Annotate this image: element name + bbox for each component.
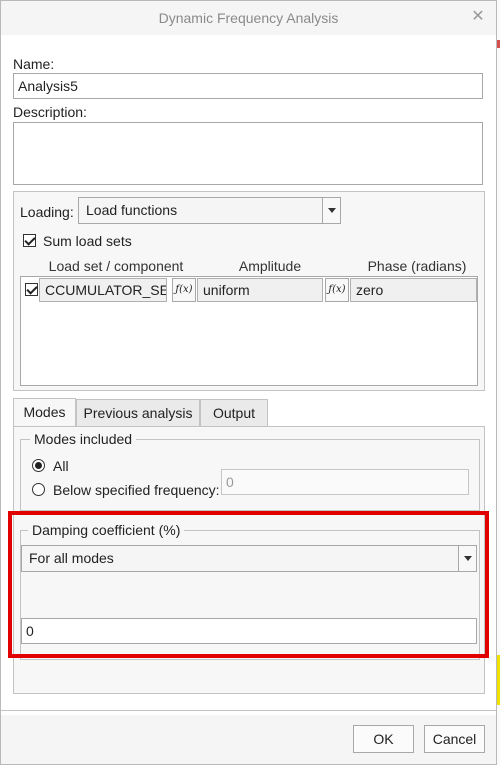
name-label: Name:: [13, 56, 55, 72]
ok-button[interactable]: OK: [353, 725, 414, 753]
row-enable-checkbox[interactable]: [25, 283, 38, 296]
title-bar: Dynamic Frequency Analysis ✕: [1, 1, 496, 35]
description-field[interactable]: [13, 122, 483, 185]
load-set-cell[interactable]: CCUMULATOR_SET: [39, 278, 167, 302]
column-header-phase: Phase (radians): [367, 258, 467, 274]
dialog-window: Dynamic Frequency Analysis ✕ Name: Descr…: [0, 0, 497, 765]
radio-all-label: All: [53, 458, 69, 474]
loading-select[interactable]: Load functions: [78, 197, 341, 224]
function-icon[interactable]: ƒ(x): [325, 278, 349, 302]
dialog-content: Name: Description: Loading: Load functio…: [1, 35, 496, 715]
tab-previous-analysis[interactable]: Previous analysis: [76, 399, 200, 427]
sum-load-sets-checkbox[interactable]: [23, 234, 36, 247]
footer-separator: [1, 710, 496, 711]
amplitude-cell[interactable]: uniform: [197, 278, 323, 302]
function-icon[interactable]: ƒ(x): [172, 278, 196, 302]
close-icon[interactable]: ✕: [468, 7, 488, 27]
highlight-annotation: [8, 511, 489, 658]
cancel-button[interactable]: Cancel: [424, 725, 485, 753]
description-label: Description:: [13, 104, 87, 120]
column-header-load-set: Load set / component: [48, 258, 184, 274]
radio-below-frequency[interactable]: [32, 483, 45, 496]
loading-group: Loading: Load functions Sum load sets Lo…: [13, 191, 485, 391]
name-field[interactable]: [13, 73, 483, 99]
tab-output[interactable]: Output: [200, 399, 268, 427]
loading-label: Loading:: [20, 204, 74, 220]
radio-below-frequency-label: Below specified frequency:: [53, 482, 220, 498]
loading-selected-value: Load functions: [86, 202, 178, 218]
frequency-input[interactable]: [221, 469, 469, 495]
column-header-amplitude: Amplitude: [238, 258, 302, 274]
sum-load-sets-label: Sum load sets: [43, 233, 132, 249]
chevron-down-icon[interactable]: [322, 198, 340, 223]
phase-cell[interactable]: zero: [350, 278, 477, 302]
modes-included-legend: Modes included: [30, 431, 137, 447]
radio-all[interactable]: [32, 459, 45, 472]
load-table: CCUMULATOR_SET ƒ(x) uniform ƒ(x) zero: [20, 276, 478, 386]
window-title: Dynamic Frequency Analysis: [158, 10, 339, 26]
tab-modes[interactable]: Modes: [13, 398, 76, 427]
